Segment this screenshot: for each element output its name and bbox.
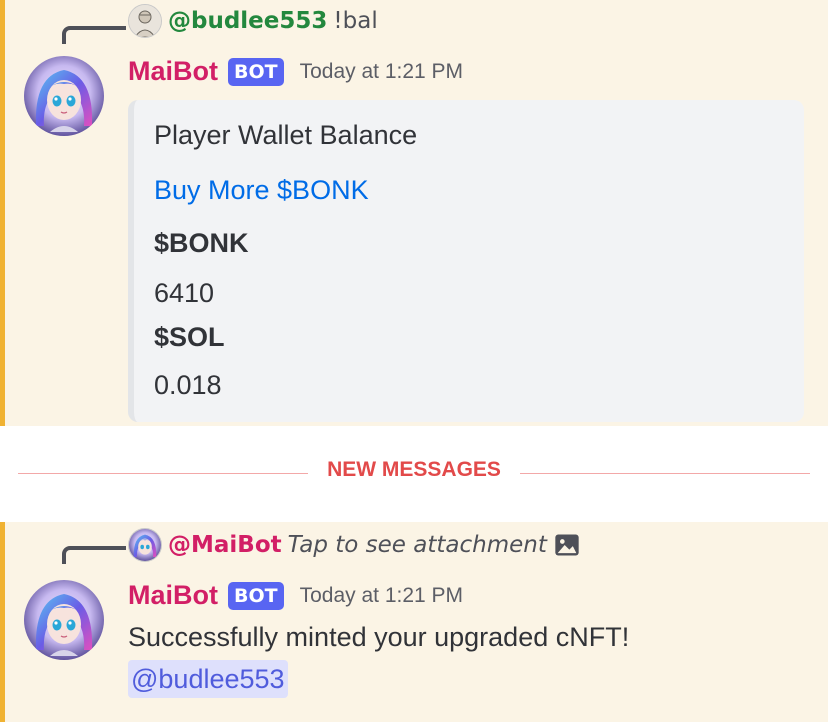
bot-badge: BOT [228,581,284,610]
field-name-bonk: $BONK [154,228,249,258]
field-name-sol: $SOL [154,322,225,352]
bot-mini-avatar[interactable] [128,528,162,562]
image-icon [553,531,581,559]
reply-connector [62,26,126,44]
timestamp: Today at 1:21 PM [299,583,464,607]
embed-title: Player Wallet Balance [154,120,418,150]
message-1[interactable]: @budlee553 !bal MaiBot BOT Today at 1:21… [0,0,828,426]
reply-content[interactable]: Tap to see attachment [288,532,547,558]
user-avatar-icon[interactable] [128,4,162,38]
reply-preview[interactable]: @budlee553 !bal [128,4,378,38]
reply-username[interactable]: @MaiBot [168,532,282,558]
message-header: MaiBot BOT Today at 1:21 PM [128,56,463,87]
bot-avatar[interactable] [24,580,104,660]
field-value-sol: 0.018 [154,370,222,400]
buy-more-link[interactable]: Buy More $BONK [154,175,369,206]
author-name[interactable]: MaiBot [128,580,218,611]
divider-line-left [18,473,308,474]
user-mention[interactable]: @budlee553 [128,660,288,698]
new-messages-label: NEW MESSAGES [327,458,501,481]
timestamp: Today at 1:21 PM [299,59,464,83]
reply-connector [62,546,126,564]
mention-highlight-bar [0,0,5,426]
bot-avatar[interactable] [24,56,104,136]
reply-preview[interactable]: @MaiBot Tap to see attachment [128,528,581,562]
bot-badge: BOT [228,57,284,86]
message-header: MaiBot BOT Today at 1:21 PM [128,580,463,611]
author-name[interactable]: MaiBot [128,56,218,87]
reply-content[interactable]: !bal [333,8,377,34]
new-messages-divider: NEW MESSAGES [18,458,810,488]
wallet-embed: Player Wallet Balance Buy More $BONK $BO… [128,100,804,422]
divider-line-right [520,473,810,474]
mention-highlight-bar [0,522,5,722]
message-content: Successfully minted your upgraded cNFT! [128,622,630,652]
reply-username[interactable]: @budlee553 [168,8,327,34]
field-value-bonk: 6410 [154,278,215,308]
